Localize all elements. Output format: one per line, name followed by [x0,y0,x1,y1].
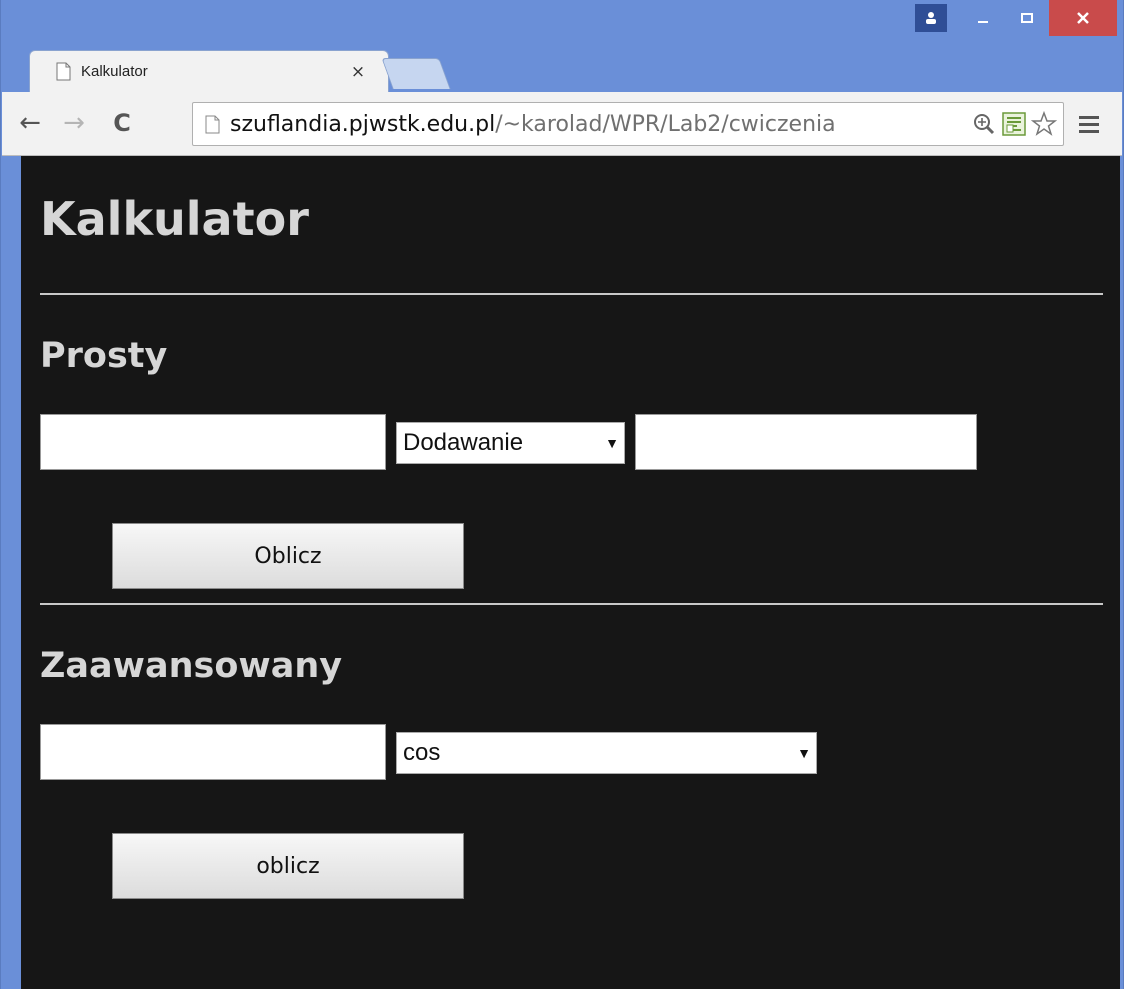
user-icon[interactable] [915,4,947,32]
tab-title: Kalkulator [81,63,148,80]
browser-window: Kalkulator × ← → C szuflandia.pjwstk.edu… [0,0,1124,989]
dropdown-arrow-icon: ▼ [605,435,619,451]
page-title: Kalkulator [40,192,309,246]
browser-toolbar: ← → C szuflandia.pjwstk.edu.pl/~karolad/… [2,92,1122,156]
menu-icon[interactable] [1074,114,1104,136]
rss-extension-icon[interactable] [999,109,1029,139]
dropdown-arrow-icon: ▼ [797,745,811,761]
function-select-value: cos [403,739,441,766]
new-tab-button[interactable] [381,58,451,89]
address-bar-icons [969,109,1059,139]
url-path: /~karolad/WPR/Lab2/cwiczenia [495,111,836,137]
url-text: szuflandia.pjwstk.edu.pl/~karolad/WPR/La… [230,112,969,137]
simple-operand-b-input[interactable] [635,414,977,470]
document-icon [56,62,71,81]
reload-button[interactable]: C [108,108,136,138]
window-controls [915,0,1117,36]
zoom-icon[interactable] [969,109,999,139]
divider [40,603,1103,605]
address-bar[interactable]: szuflandia.pjwstk.edu.pl/~karolad/WPR/La… [192,102,1064,146]
document-icon [205,115,220,133]
url-host: szuflandia.pjwstk.edu.pl [230,111,496,137]
maximize-icon[interactable] [1005,4,1049,32]
back-button[interactable]: ← [16,108,44,138]
compute-advanced-button[interactable]: oblicz [112,833,464,899]
operation-select[interactable]: Dodawanie ▼ [396,422,625,464]
browser-tab[interactable]: Kalkulator × [29,50,389,92]
operation-select-value: Dodawanie [403,429,524,456]
forward-button[interactable]: → [60,108,88,138]
divider [40,293,1103,295]
compute-simple-button[interactable]: Oblicz [112,523,464,589]
minimize-icon[interactable] [961,4,1005,32]
page-content: Kalkulator Prosty Dodawanie ▼ Oblicz Zaa… [21,156,1120,989]
star-icon[interactable] [1029,109,1059,139]
simple-operand-a-input[interactable] [40,414,386,470]
advanced-section-heading: Zaawansowany [40,646,343,686]
simple-section-heading: Prosty [40,336,168,376]
tab-close-button[interactable]: × [348,62,368,82]
close-icon[interactable] [1049,0,1117,36]
advanced-operand-input[interactable] [40,724,386,780]
function-select[interactable]: cos ▼ [396,732,817,774]
